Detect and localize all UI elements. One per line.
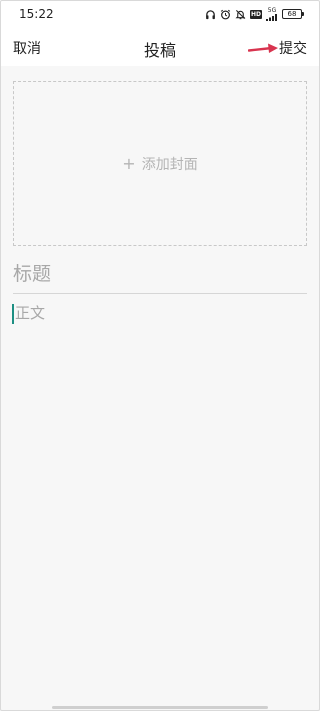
status-bar: 15:22 HD 5G 68 bbox=[0, 0, 320, 28]
cellular-icon: 5G bbox=[266, 7, 278, 21]
status-icons: HD 5G 68 bbox=[205, 7, 304, 21]
annotation-arrow-icon bbox=[248, 43, 278, 53]
add-cover-label: 添加封面 bbox=[141, 156, 198, 173]
battery-icon: 68 bbox=[282, 9, 304, 19]
headphones-icon bbox=[206, 9, 215, 19]
submit-button[interactable]: 提交 bbox=[279, 38, 307, 58]
bell-off-icon bbox=[235, 9, 246, 19]
hd-icon: HD bbox=[249, 9, 262, 19]
editor-area: + 添加封面 bbox=[0, 66, 320, 711]
add-cover-label-group: + 添加封面 bbox=[122, 154, 197, 174]
body-input[interactable] bbox=[13, 302, 307, 692]
title-input[interactable] bbox=[13, 254, 307, 294]
alarm-icon bbox=[220, 9, 231, 19]
home-indicator[interactable] bbox=[52, 706, 268, 709]
status-time: 15:22 bbox=[19, 7, 54, 21]
add-cover-button[interactable]: + 添加封面 bbox=[13, 81, 307, 246]
plus-icon: + bbox=[122, 153, 136, 173]
